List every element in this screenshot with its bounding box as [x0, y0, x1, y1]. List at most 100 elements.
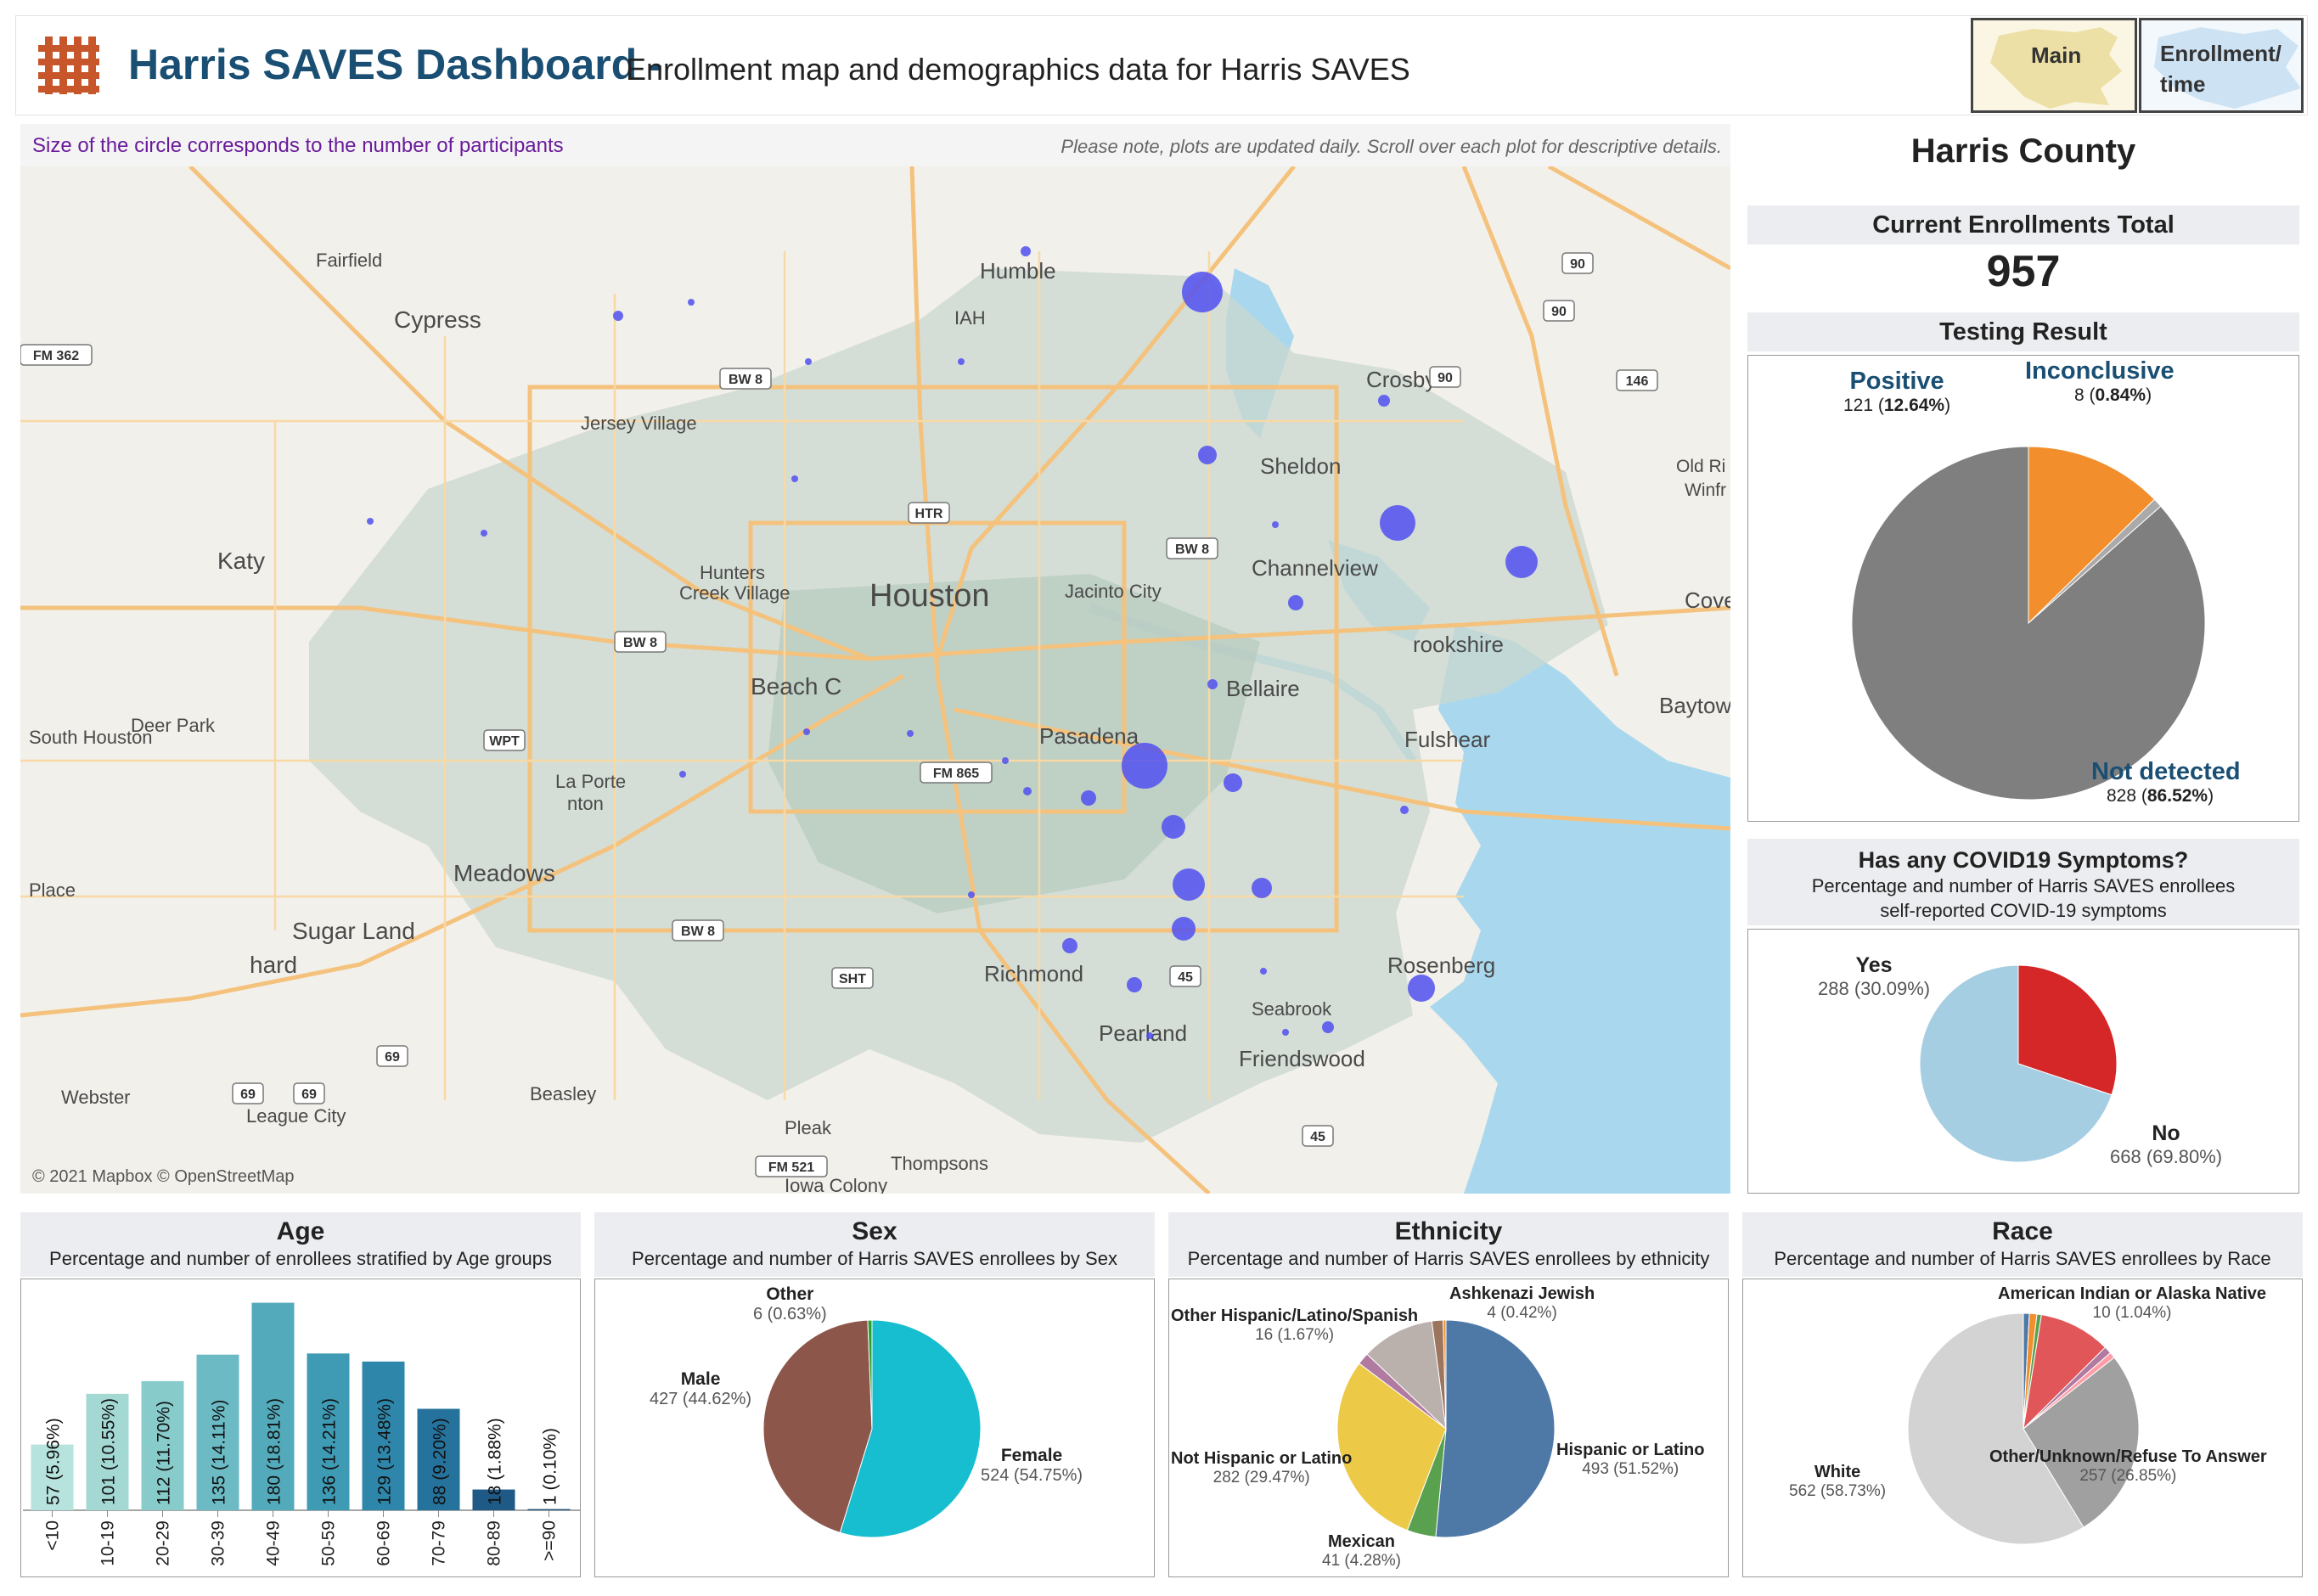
dashboard-subtitle: Enrollment map and demographics data for…: [626, 52, 1410, 87]
age-tick-label: 30-39: [209, 1520, 228, 1566]
sex-chart[interactable]: Other 6 (0.63%) Male 427 (44.62%) Female…: [594, 1278, 1155, 1577]
road-shield-label: HTR: [915, 507, 943, 521]
map-place-label: Rosenberg: [1387, 953, 1495, 978]
map-place-label: rookshire: [1413, 632, 1504, 657]
enrollment-marker[interactable]: [907, 730, 914, 737]
enrollment-marker[interactable]: [1062, 938, 1077, 953]
symptoms-no-label: No 668 (69.80%): [2110, 1121, 2223, 1167]
enrollment-marker[interactable]: [1198, 446, 1217, 464]
sex-pie[interactable]: [595, 1279, 1156, 1578]
enrollment-marker[interactable]: [1400, 806, 1409, 814]
enrollment-marker[interactable]: [688, 299, 695, 306]
sex-other-label: Other 6 (0.63%): [753, 1284, 827, 1323]
enrollment-marker[interactable]: [1146, 1032, 1153, 1039]
symptoms-chart[interactable]: Yes 288 (30.09%) No 668 (69.80%): [1747, 929, 2299, 1194]
symptoms-subtitle-line2: self-reported COVID-19 symptoms: [1880, 900, 2167, 921]
enrollment-time-nav-button[interactable]: Enrollment/ time: [2139, 18, 2304, 113]
not-hispanic-label: Not Hispanic or Latino 282 (29.47%): [1171, 1449, 1353, 1486]
enrollment-marker[interactable]: [958, 358, 965, 365]
enrollment-marker[interactable]: [1127, 977, 1142, 992]
enrollment-marker[interactable]: [1162, 815, 1185, 839]
testing-result-chart[interactable]: Positive 121 (12.64%) Inconclusive 8 (0.…: [1747, 355, 2299, 822]
enrollment-marker[interactable]: [791, 475, 798, 482]
road-shield-label: FM 362: [33, 349, 79, 363]
map-place-label: Pasadena: [1039, 723, 1139, 749]
ethnicity-title: Ethnicity: [1394, 1217, 1503, 1245]
sex-panel-header: Sex Percentage and number of Harris SAVE…: [594, 1212, 1155, 1277]
enrollment-marker[interactable]: [1021, 246, 1031, 256]
road-shield-label: BW 8: [1175, 542, 1209, 557]
road-shield-label: 69: [385, 1050, 400, 1065]
road-shield-label: BW 8: [681, 924, 715, 939]
road-shield-label: FM 865: [933, 767, 979, 781]
road-shield-label: 146: [1626, 374, 1649, 389]
age-bar-value-label: 1 (0.10%): [541, 1428, 560, 1505]
enrollment-marker[interactable]: [1505, 546, 1538, 578]
ashkenazi-jewish-label: Ashkenazi Jewish 4 (0.42%): [1449, 1284, 1595, 1322]
age-tick-label: 70-79: [430, 1520, 449, 1566]
enrollment-map-panel: Size of the circle corresponds to the nu…: [20, 124, 1730, 1194]
map-place-label: Jacinto City: [1065, 581, 1162, 602]
enrollment-marker[interactable]: [1408, 975, 1435, 1002]
mexican-label: Mexican 41 (4.28%): [1322, 1532, 1401, 1570]
map-canvas[interactable]: Fairfield Humble IAH Cypress Crosby Jersey Vi…: [20, 166, 1730, 1194]
testing-pie[interactable]: [1748, 356, 2300, 823]
race-subtitle: Percentage and number of Harris SAVES en…: [1774, 1248, 2271, 1269]
race-pie[interactable]: [1743, 1279, 2304, 1578]
enrollment-marker[interactable]: [367, 518, 374, 525]
road-shield-label: WPT: [489, 734, 520, 749]
enrollment-marker[interactable]: [1207, 679, 1218, 689]
map-place-label: Beasley: [530, 1083, 596, 1104]
race-chart[interactable]: American Indian or Alaska Native 10 (1.0…: [1742, 1278, 2303, 1577]
age-tick-label: <10: [43, 1520, 63, 1551]
map-place-label: Winfr: [1685, 480, 1726, 500]
white-label: White 562 (58.73%): [1789, 1463, 1887, 1500]
enrollment-marker[interactable]: [613, 311, 623, 321]
age-bar-value-label: 136 (14.21%): [320, 1398, 340, 1505]
county-title: Harris County: [1910, 132, 2136, 170]
enrollment-marker[interactable]: [679, 771, 686, 778]
enrollment-marker[interactable]: [481, 530, 487, 537]
map-place-label: Creek Village: [679, 582, 790, 604]
age-chart[interactable]: 57 (5.96%) <10 101 (10.55%) 10-19 112 (11.70…: [20, 1278, 581, 1577]
enrollment-marker[interactable]: [1002, 757, 1009, 764]
sex-female-label: Female 524 (54.75%): [981, 1446, 1083, 1485]
enrollment-marker[interactable]: [1380, 505, 1415, 541]
enrollment-marker[interactable]: [805, 358, 812, 365]
map-place-label: hard: [250, 952, 297, 978]
enrollment-marker[interactable]: [1224, 773, 1242, 792]
enrollment-marker[interactable]: [1173, 868, 1205, 901]
enrollment-marker[interactable]: [1023, 787, 1032, 795]
enrollment-marker[interactable]: [1122, 743, 1167, 789]
enrollment-marker[interactable]: [1081, 790, 1096, 806]
age-tick-label: >=90: [540, 1520, 560, 1561]
enrollment-marker[interactable]: [1182, 272, 1223, 312]
main-nav-label: Main: [2031, 42, 2082, 68]
dashboard-header: Harris SAVES Dashboard - Enrollment map …: [15, 15, 2308, 115]
road-shield-label: 45: [1178, 970, 1193, 985]
map-place-label: Jersey Village: [581, 413, 697, 434]
not-detected-label: Not detected 828 (86.52%): [2091, 758, 2241, 806]
enrollment-marker[interactable]: [1322, 1021, 1334, 1033]
enrollment-marker[interactable]: [1378, 395, 1390, 407]
enrollment-marker[interactable]: [1272, 521, 1279, 528]
positive-label: Positive 121 (12.64%): [1843, 368, 1951, 415]
main-nav-button[interactable]: Main: [1971, 18, 2137, 113]
enrollment-marker[interactable]: [1252, 878, 1272, 898]
ethnicity-chart[interactable]: Ashkenazi Jewish 4 (0.42%) Other Hispani…: [1168, 1278, 1729, 1577]
map-place-label: Place: [29, 879, 76, 901]
age-bar-chart[interactable]: 57 (5.96%) <10 101 (10.55%) 10-19 112 (11.70…: [21, 1279, 582, 1578]
age-bar-value-label: 57 (5.96%): [44, 1418, 64, 1505]
enrollment-marker[interactable]: [803, 728, 810, 735]
age-bar-value-label: 18 (1.88%): [486, 1418, 505, 1505]
enrollment-marker[interactable]: [1260, 968, 1267, 975]
enrollment-marker[interactable]: [1172, 917, 1196, 941]
enrollment-marker[interactable]: [1288, 595, 1303, 610]
age-bar->=90[interactable]: [527, 1509, 571, 1510]
enrollment-marker[interactable]: [968, 891, 975, 898]
enrollment-map[interactable]: Fairfield Humble IAH Cypress Crosby Jersey Vi…: [20, 166, 1730, 1194]
map-place-label: Iowa Colony: [785, 1175, 887, 1194]
other-hispanic-label: Other Hispanic/Latino/Spanish 16 (1.67%): [1171, 1307, 1419, 1344]
enrollment-marker[interactable]: [1282, 1029, 1289, 1036]
ethnicity-slice-hispanic-or-latino[interactable]: [1435, 1319, 1556, 1538]
